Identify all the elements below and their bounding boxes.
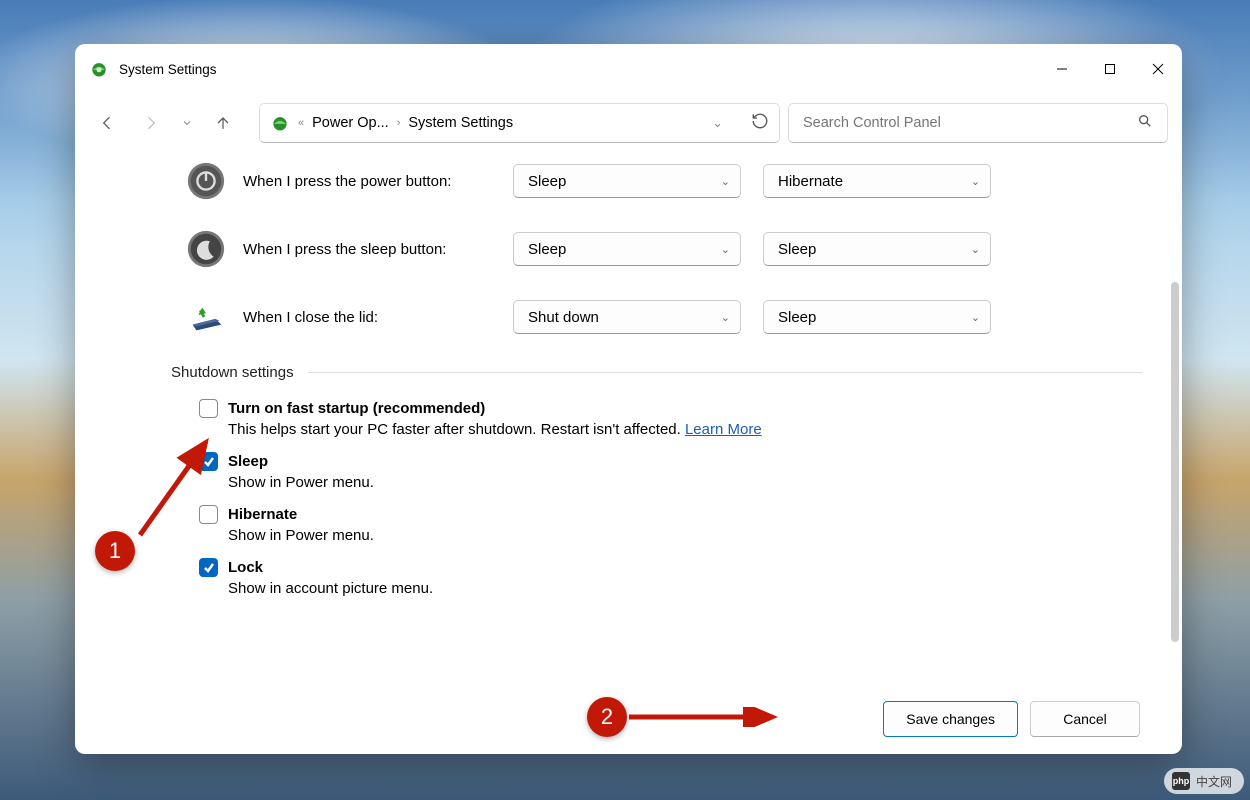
chevron-right-icon: › [397, 117, 401, 129]
sleep-button-plugged-in-select[interactable]: Sleep⌄ [763, 232, 991, 266]
close-lid-plugged-in-select[interactable]: Sleep⌄ [763, 300, 991, 334]
window-controls [1038, 44, 1182, 94]
search-box[interactable] [788, 103, 1168, 143]
chevron-down-icon: ⌄ [721, 175, 730, 188]
window-title: System Settings [119, 62, 1038, 77]
lock-option: Lock Show in account picture menu. [199, 558, 1152, 597]
sleep-option: Sleep Show in Power menu. [199, 452, 1152, 491]
address-bar[interactable]: « Power Op... › System Settings ⌄ [259, 103, 780, 143]
cancel-button[interactable]: Cancel [1030, 701, 1140, 737]
watermark-logo: php [1172, 772, 1190, 790]
laptop-lid-icon [185, 296, 227, 338]
chevron-down-icon: ⌄ [721, 243, 730, 256]
fast-startup-option: Turn on fast startup (recommended) This … [199, 399, 1152, 438]
system-settings-window: System Settings [75, 44, 1182, 754]
search-icon[interactable] [1137, 113, 1153, 133]
lock-checkbox[interactable] [199, 558, 218, 577]
power-button-icon [185, 160, 227, 202]
titlebar: System Settings [75, 44, 1182, 94]
watermark: php 中文网 [1164, 768, 1244, 794]
close-lid-label: When I close the lid: [243, 309, 513, 326]
refresh-button[interactable] [751, 112, 769, 134]
close-lid-row: When I close the lid: Shut down⌄ Sleep⌄ [185, 296, 1152, 338]
annotation-step-2: 2 [587, 697, 627, 737]
annotation-arrow-2 [625, 707, 785, 727]
sleep-button-icon [185, 228, 227, 270]
breadcrumb-item-power-options[interactable]: Power Op... [312, 115, 389, 131]
app-icon [89, 59, 109, 79]
content-area: When I press the power button: Sleep⌄ Hi… [75, 152, 1182, 684]
chevron-down-icon: ⌄ [971, 175, 980, 188]
hibernate-description: Show in Power menu. [228, 527, 1152, 544]
breadcrumb-prefix-icon: « [298, 117, 304, 129]
breadcrumb-item-system-settings[interactable]: System Settings [408, 115, 513, 131]
annotation-arrow-1 [130, 430, 220, 540]
maximize-button[interactable] [1086, 44, 1134, 94]
power-button-plugged-in-select[interactable]: Hibernate⌄ [763, 164, 991, 198]
power-button-on-battery-select[interactable]: Sleep⌄ [513, 164, 741, 198]
power-button-label: When I press the power button: [243, 173, 513, 190]
divider [308, 372, 1142, 373]
recent-dropdown[interactable] [177, 105, 197, 141]
shutdown-settings-header: Shutdown settings [171, 364, 1152, 381]
chevron-down-icon: ⌄ [971, 311, 980, 324]
watermark-text: 中文网 [1196, 773, 1232, 790]
chevron-down-icon: ⌄ [721, 311, 730, 324]
fast-startup-checkbox[interactable] [199, 399, 218, 418]
main-panel: When I press the power button: Sleep⌄ Hi… [75, 152, 1182, 684]
hibernate-option: Hibernate Show in Power menu. [199, 505, 1152, 544]
lock-label: Lock [228, 559, 263, 576]
forward-button[interactable] [133, 105, 169, 141]
close-lid-on-battery-select[interactable]: Shut down⌄ [513, 300, 741, 334]
search-input[interactable] [803, 115, 1137, 131]
lock-description: Show in account picture menu. [228, 580, 1152, 597]
annotation-step-1: 1 [95, 531, 135, 571]
sleep-button-row: When I press the sleep button: Sleep⌄ Sl… [185, 228, 1152, 270]
address-icon [270, 113, 290, 133]
sleep-label: Sleep [228, 453, 268, 470]
fast-startup-label: Turn on fast startup (recommended) [228, 400, 485, 417]
toolbar: « Power Op... › System Settings ⌄ [75, 94, 1182, 152]
minimize-button[interactable] [1038, 44, 1086, 94]
fast-startup-description: This helps start your PC faster after sh… [228, 421, 1152, 438]
back-button[interactable] [89, 105, 125, 141]
shutdown-settings-title: Shutdown settings [171, 364, 294, 381]
chevron-down-icon: ⌄ [971, 243, 980, 256]
hibernate-label: Hibernate [228, 506, 297, 523]
vertical-scrollbar[interactable] [1171, 282, 1179, 642]
save-changes-button[interactable]: Save changes [883, 701, 1018, 737]
learn-more-link[interactable]: Learn More [685, 421, 762, 438]
sleep-description: Show in Power menu. [228, 474, 1152, 491]
up-button[interactable] [205, 105, 241, 141]
address-dropdown-icon[interactable]: ⌄ [712, 115, 723, 131]
close-button[interactable] [1134, 44, 1182, 94]
power-button-row: When I press the power button: Sleep⌄ Hi… [185, 160, 1152, 202]
sleep-button-label: When I press the sleep button: [243, 241, 513, 258]
sleep-button-on-battery-select[interactable]: Sleep⌄ [513, 232, 741, 266]
